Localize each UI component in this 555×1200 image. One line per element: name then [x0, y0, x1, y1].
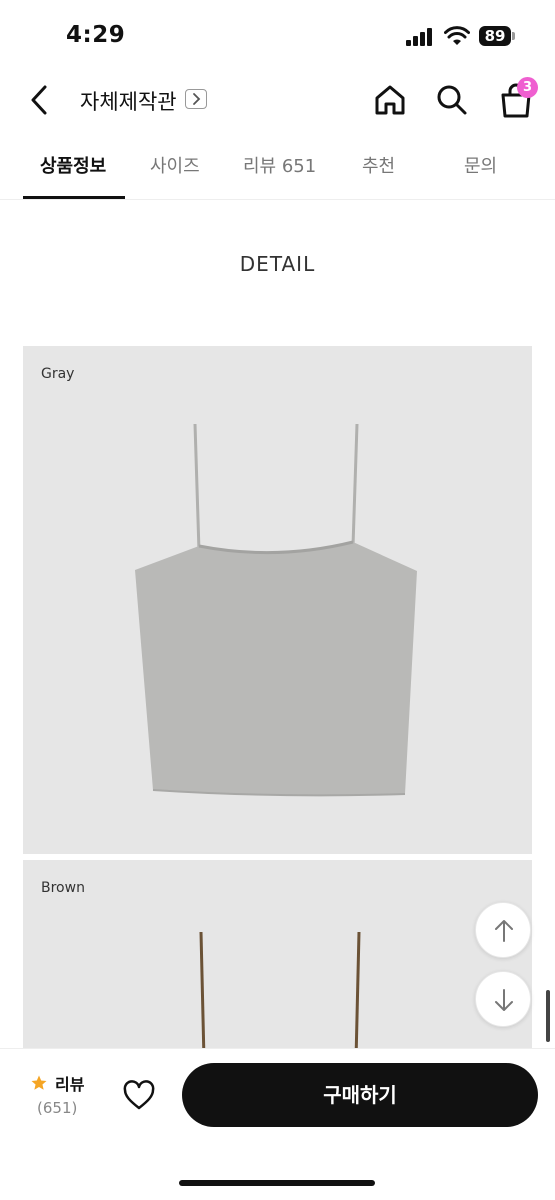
review-summary[interactable]: 리뷰 (651): [30, 1069, 100, 1125]
battery-icon: 89: [479, 26, 515, 46]
tab-inquiry[interactable]: 문의: [464, 152, 497, 178]
gray-cami-top-image: [135, 423, 417, 797]
status-bar: 4:29 89: [0, 0, 555, 70]
cart-count-badge: 3: [517, 77, 538, 98]
arrow-up-icon: [495, 920, 513, 942]
review-label: 리뷰: [55, 1075, 85, 1094]
search-button[interactable]: [434, 82, 470, 118]
product-image-brown: Brown: [23, 860, 532, 1060]
heart-icon: [123, 1080, 155, 1110]
home-button[interactable]: [372, 82, 408, 118]
tab-reviews[interactable]: 리뷰 651: [243, 152, 316, 178]
product-image-gray: Gray: [23, 346, 532, 854]
battery-level: 89: [479, 26, 511, 46]
search-icon: [437, 85, 467, 115]
scroll-down-button[interactable]: [475, 971, 531, 1027]
bottom-action-bar: 리뷰 (651) 구매하기: [0, 1048, 555, 1200]
scrollbar[interactable]: [546, 990, 550, 1042]
chevron-right-icon: [193, 93, 201, 105]
home-icon: [375, 85, 405, 115]
wishlist-button[interactable]: [120, 1077, 158, 1113]
header: 자체제작관: [0, 70, 555, 130]
arrow-down-icon: [495, 989, 513, 1011]
brown-cami-top-image: [199, 931, 361, 1060]
tab-bar: 상품정보 사이즈 리뷰 651 추천 문의: [0, 140, 555, 200]
wifi-icon: [444, 26, 470, 46]
tab-size[interactable]: 사이즈: [150, 152, 200, 178]
buy-button[interactable]: 구매하기: [182, 1063, 538, 1127]
tab-product-info[interactable]: 상품정보: [40, 152, 106, 178]
tab-recommend[interactable]: 추천: [362, 152, 395, 178]
active-tab-indicator: [23, 196, 125, 199]
section-title: DETAIL: [239, 252, 316, 276]
back-arrow-icon: [31, 85, 47, 115]
store-name-link[interactable]: 자체제작관: [80, 86, 177, 116]
home-indicator[interactable]: [179, 1180, 375, 1186]
store-link-button[interactable]: [185, 89, 207, 109]
status-time: 4:29: [66, 22, 126, 48]
star-icon: [31, 1075, 47, 1090]
scroll-up-button[interactable]: [475, 902, 531, 958]
signal-icon: [406, 28, 436, 46]
review-count: (651): [37, 1099, 78, 1117]
back-button[interactable]: [24, 82, 56, 118]
